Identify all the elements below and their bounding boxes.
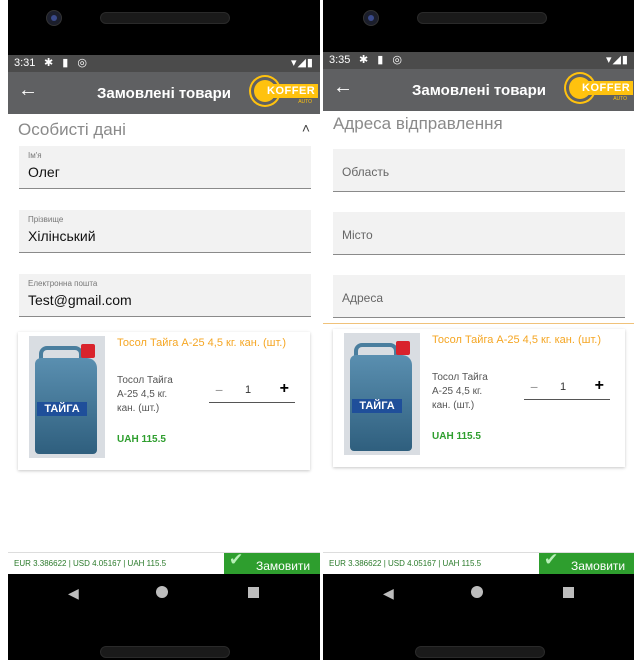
order-form: Адреса відправлення Область Місто Адреса… <box>323 111 634 552</box>
product-price: UAH 115.5 <box>432 431 481 442</box>
logo-text: KOFFER <box>264 84 319 98</box>
check-icon: ✔ <box>544 550 559 569</box>
app-bar: ← Замовлені товари KOFFER AUTO <box>323 69 634 111</box>
earpiece-speaker <box>417 12 547 24</box>
bottom-speaker <box>415 646 545 658</box>
chevron-up-icon[interactable]: ˄ <box>302 120 310 136</box>
earpiece-speaker <box>100 12 230 24</box>
product-name[interactable]: Тосол Тайга А-25 4,5 кг. кан. (шт.) <box>117 336 307 351</box>
product-description: Тосол Тайга А-25 4,5 кг. кан. (шт.) <box>117 375 173 414</box>
koffer-logo: KOFFER AUTO <box>569 75 634 105</box>
front-camera-icon <box>46 10 62 26</box>
logo-text: KOFFER <box>579 81 634 95</box>
email-label: Електронна пошта <box>28 279 98 288</box>
section-title-personal-data: Особисті дані <box>18 120 126 139</box>
increase-quantity-button[interactable]: + <box>595 377 604 395</box>
front-camera-icon <box>363 10 379 26</box>
region-placeholder: Область <box>342 165 390 179</box>
first-name-label: Ім'я <box>28 151 42 160</box>
phone-screen-1: 3:31 ✱ ▮ ◎ ▾◢▮ ← Замовлені товари KOFFER… <box>8 0 320 660</box>
product-card: ТАЙГА Тосол Тайга А-25 4,5 кг. кан. (шт.… <box>18 332 310 470</box>
status-signal-battery-icons: ▾◢▮ <box>290 57 314 69</box>
product-description: Тосол Тайга А-25 4,5 кг. кан. (шт.) <box>432 372 488 411</box>
product-image: ТАЙГА <box>344 333 420 455</box>
city-placeholder: Місто <box>342 228 373 242</box>
phone-screen-2: 3:35 ✱ ▮ ◎ ▾◢▮ ← Замовлені товари KOFFER… <box>323 0 634 660</box>
order-button[interactable]: ✔ Замовити <box>224 550 320 575</box>
nav-home-icon[interactable] <box>156 586 168 598</box>
order-button-label: Замовити <box>256 559 311 573</box>
status-notification-icons: ✱ ▮ ◎ <box>44 57 90 69</box>
address-field[interactable]: Адреса <box>333 275 625 318</box>
decrease-quantity-button[interactable]: − <box>215 382 223 398</box>
phone-bezel-top <box>8 0 320 55</box>
nav-recents-icon[interactable] <box>563 587 574 598</box>
koffer-logo: KOFFER AUTO <box>254 78 319 108</box>
quantity-value[interactable]: 1 <box>245 384 251 396</box>
status-time: 3:35 <box>329 54 351 66</box>
quantity-stepper: − 1 + <box>524 377 610 400</box>
section-divider <box>323 323 634 324</box>
status-time: 3:31 <box>14 57 36 69</box>
order-button[interactable]: ✔ Замовити <box>539 550 634 575</box>
order-button-label: Замовити <box>571 559 626 573</box>
bottom-bar: EUR 3.386622 | USD 4.05167 | UAH 115.5 ✔… <box>323 550 634 575</box>
logo-subtext: AUTO <box>613 96 627 102</box>
nav-back-icon[interactable]: ◀ <box>383 585 394 602</box>
currency-rates: EUR 3.386622 | USD 4.05167 | UAH 115.5 <box>14 559 167 568</box>
quantity-stepper: − 1 + <box>209 380 295 403</box>
bottom-speaker <box>100 646 230 658</box>
canister-cap <box>81 344 95 358</box>
system-nav-bar: ◀ <box>8 574 320 612</box>
product-image: ТАЙГА <box>29 336 105 458</box>
nav-back-icon[interactable]: ◀ <box>68 585 79 602</box>
system-nav-bar: ◀ <box>323 574 634 612</box>
increase-quantity-button[interactable]: + <box>280 380 289 398</box>
app-bar: ← Замовлені товари KOFFER AUTO <box>8 72 320 114</box>
bottom-bar: EUR 3.386622 | USD 4.05167 | UAH 115.5 ✔… <box>8 550 320 575</box>
first-name-value: Олег <box>28 164 60 180</box>
logo-subtext: AUTO <box>298 99 312 105</box>
decrease-quantity-button[interactable]: − <box>530 379 538 395</box>
phone-bezel-top <box>323 0 634 55</box>
status-signal-battery-icons: ▾◢▮ <box>605 54 629 66</box>
nav-recents-icon[interactable] <box>248 587 259 598</box>
product-name[interactable]: Тосол Тайга А-25 4,5 кг. кан. (шт.) <box>432 333 622 348</box>
nav-home-icon[interactable] <box>471 586 483 598</box>
email-field[interactable]: Електронна пошта Test@gmail.com <box>19 274 311 317</box>
check-icon: ✔ <box>229 550 244 569</box>
product-card: ТАЙГА Тосол Тайга А-25 4,5 кг. кан. (шт.… <box>333 329 625 467</box>
canister-cap <box>396 341 410 355</box>
last-name-value: Хілінський <box>28 228 96 244</box>
city-field[interactable]: Місто <box>333 212 625 255</box>
product-price: UAH 115.5 <box>117 434 166 445</box>
address-placeholder: Адреса <box>342 291 384 305</box>
region-field[interactable]: Область <box>333 149 625 192</box>
last-name-field[interactable]: Прізвище Хілінський <box>19 210 311 253</box>
product-brand-label: ТАЙГА <box>37 402 87 416</box>
email-value: Test@gmail.com <box>28 292 132 308</box>
order-form: Особисті дані ˄ Ім'я Олег Прізвище Хілін… <box>8 114 320 552</box>
status-bar: 3:31 ✱ ▮ ◎ ▾◢▮ <box>8 55 320 72</box>
product-brand-label: ТАЙГА <box>352 399 402 413</box>
section-title-shipping-address: Адреса відправлення <box>333 114 503 133</box>
status-notification-icons: ✱ ▮ ◎ <box>359 54 405 66</box>
status-bar: 3:35 ✱ ▮ ◎ ▾◢▮ <box>323 52 634 69</box>
currency-rates: EUR 3.386622 | USD 4.05167 | UAH 115.5 <box>329 559 482 568</box>
last-name-label: Прізвище <box>28 215 64 224</box>
quantity-value[interactable]: 1 <box>560 381 566 393</box>
first-name-field[interactable]: Ім'я Олег <box>19 146 311 189</box>
